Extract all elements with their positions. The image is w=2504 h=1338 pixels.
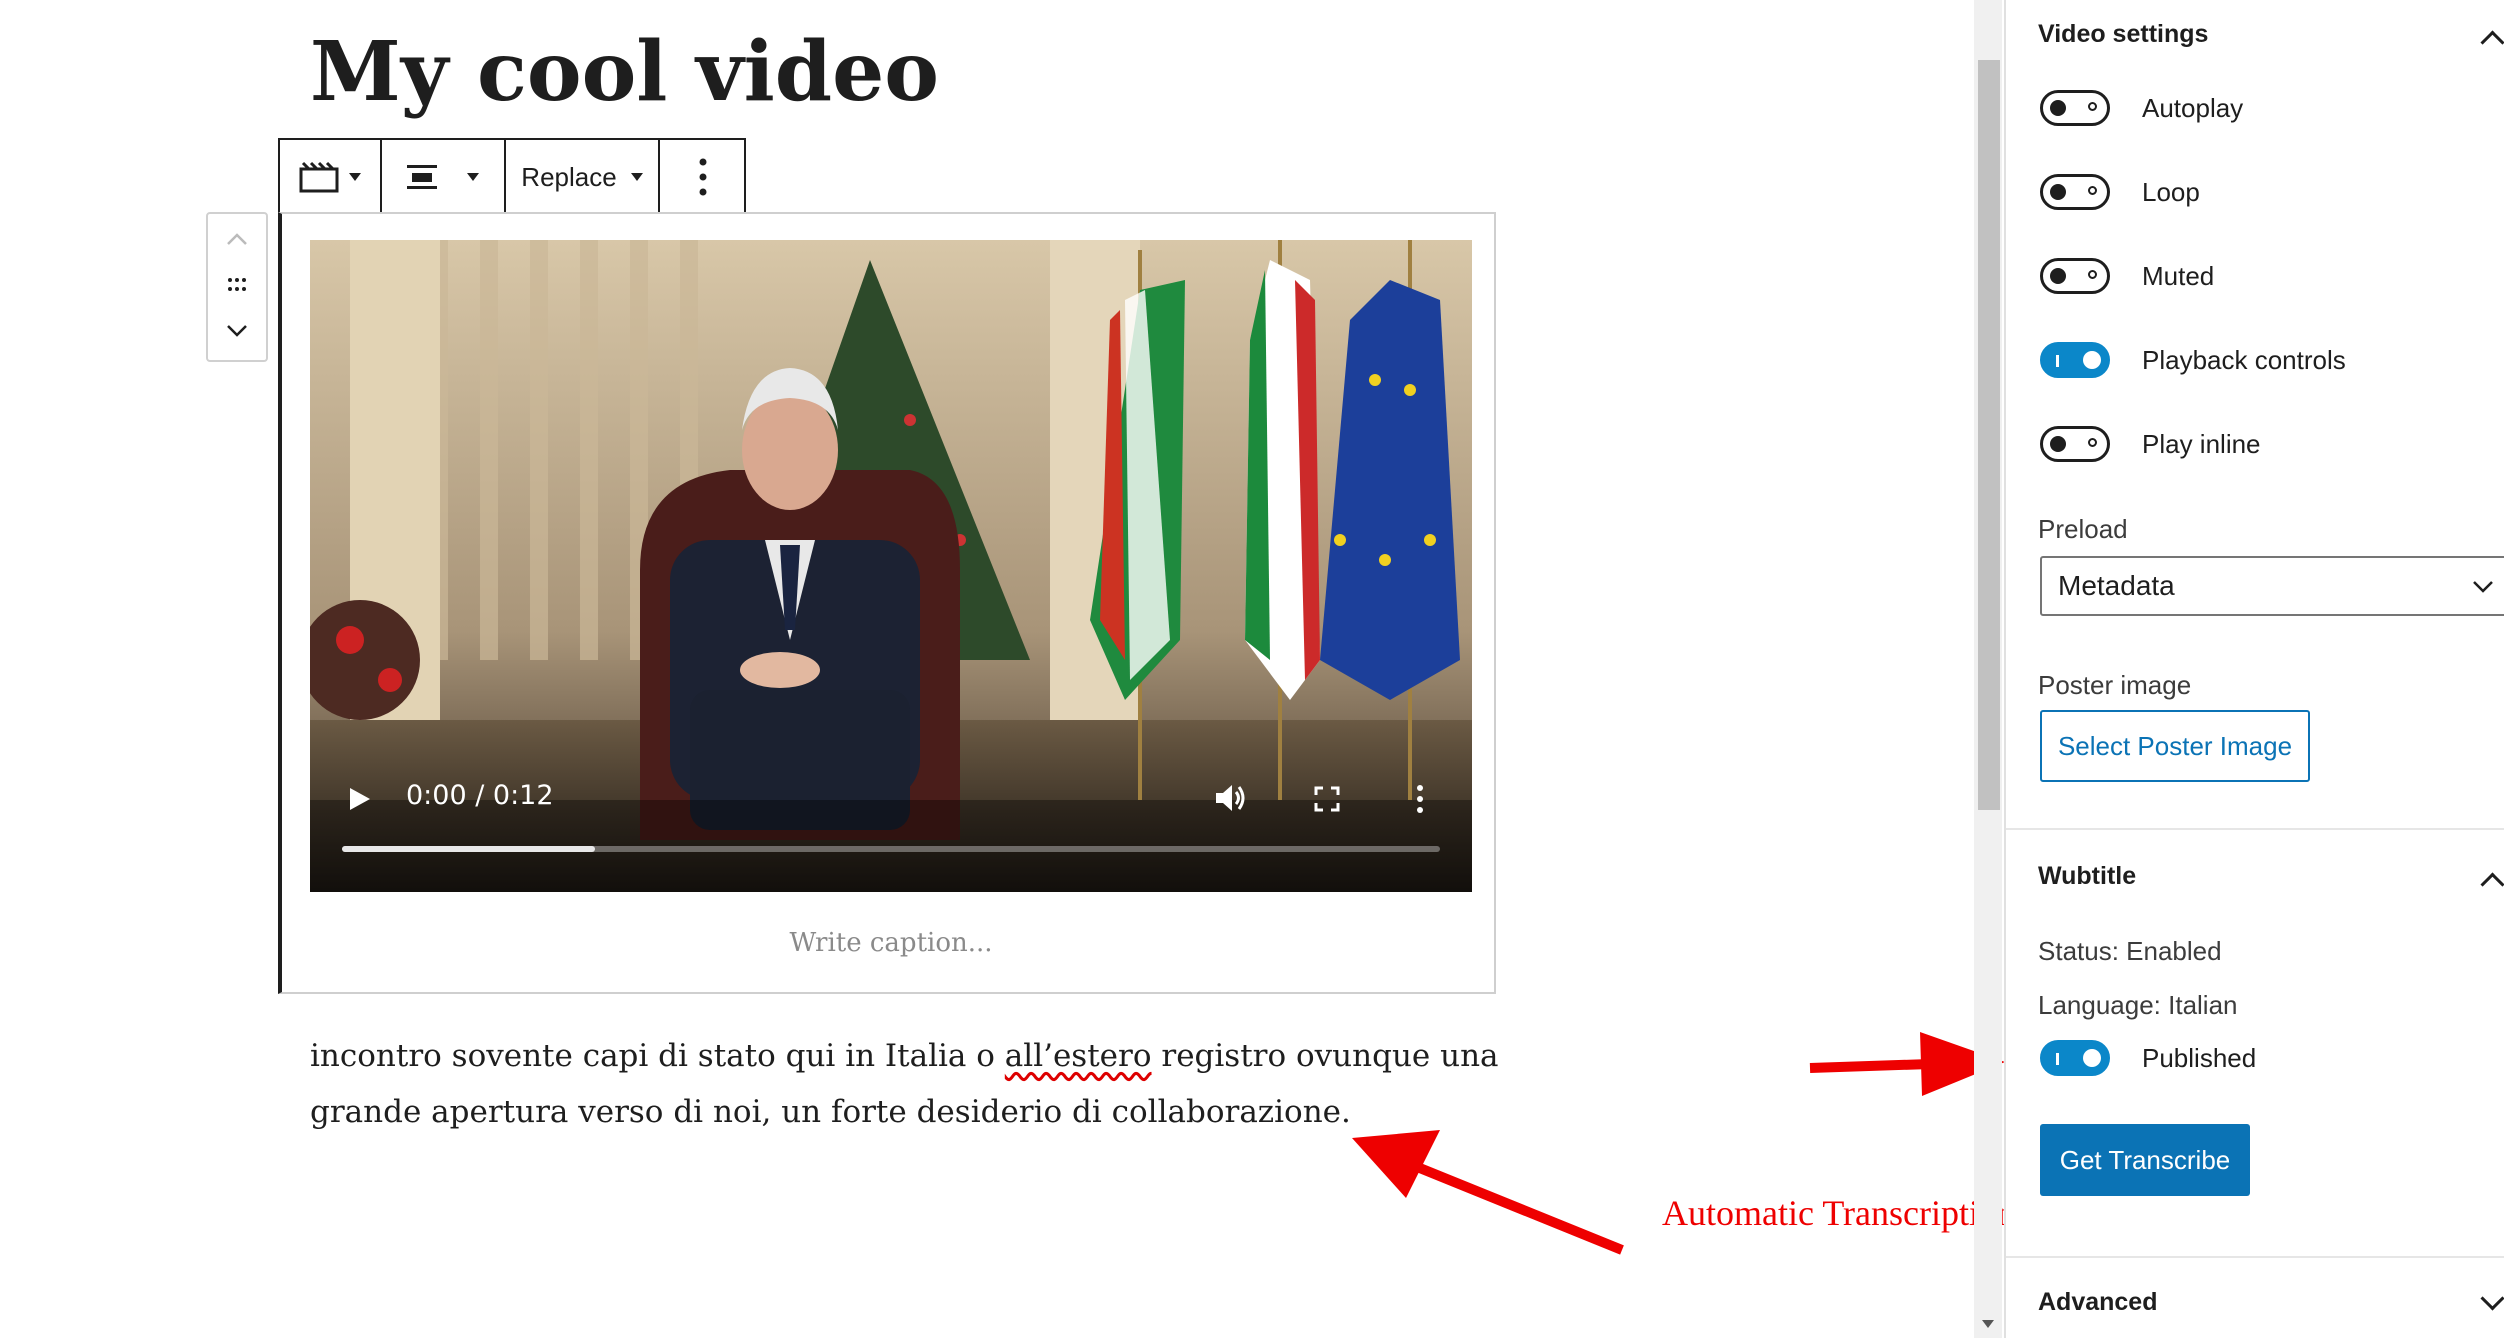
more-options-icon (699, 158, 707, 196)
more-options-button[interactable] (660, 140, 746, 214)
post-title[interactable]: My cool video (310, 22, 939, 122)
chevron-up-icon (227, 233, 247, 245)
video-progress-bar[interactable] (342, 846, 1440, 852)
toggle-switch[interactable] (2040, 426, 2110, 462)
toggle-loop[interactable] (2040, 174, 2110, 210)
preload-select-value: Metadata (2058, 570, 2175, 601)
toggle-playback-controls[interactable] (2040, 342, 2110, 378)
misspelled-word: all’estero (1004, 1038, 1152, 1074)
chevron-up-icon[interactable] (2480, 872, 2504, 897)
block-toolbar: Replace (278, 138, 746, 214)
caret-down-icon (467, 173, 479, 181)
wubtitle-status: Status: Enabled (2038, 936, 2222, 966)
chevron-down-icon (2473, 581, 2493, 593)
replace-dropdown[interactable]: Replace (506, 140, 660, 214)
get-transcribe-button[interactable]: Get Transcribe (2040, 1124, 2250, 1196)
toggle-published[interactable] (2040, 1040, 2110, 1076)
toggle-muted[interactable] (2040, 258, 2110, 294)
move-up-button[interactable] (208, 216, 266, 262)
video-settings-title[interactable]: Video settings (2038, 20, 2208, 49)
volume-icon[interactable] (1214, 782, 1248, 814)
toggle-switch[interactable] (2040, 1040, 2110, 1076)
drag-handle[interactable] (208, 262, 266, 308)
move-down-button[interactable] (208, 308, 266, 354)
video-more-icon[interactable] (1416, 784, 1424, 814)
caret-down-icon (630, 173, 643, 181)
arrow-to-transcript (1398, 1155, 1624, 1255)
advanced-title[interactable]: Advanced (2038, 1288, 2157, 1317)
transcript-paragraph[interactable]: incontro sovente capi di stato qui in It… (310, 1028, 1510, 1140)
panel-divider (2006, 828, 2504, 830)
toggle-play-inline[interactable] (2040, 426, 2110, 462)
toggle-playback-controls-label: Playback controls (2142, 345, 2346, 375)
preload-label: Preload (2038, 514, 2128, 544)
toggle-loop-label: Loop (2142, 177, 2200, 207)
chevron-down-icon[interactable] (2480, 1286, 2504, 1311)
wubtitle-title[interactable]: Wubtitle (2038, 862, 2136, 891)
toggle-play-inline-label: Play inline (2142, 429, 2261, 459)
align-dropdown[interactable] (382, 140, 506, 214)
video-progress-fill (342, 846, 595, 852)
arrow-to-published (1809, 1059, 1931, 1073)
toggle-switch[interactable] (2040, 174, 2110, 210)
drag-handle-icon (228, 278, 246, 291)
arrow-head-icon (1352, 1130, 1440, 1198)
caption-field[interactable]: Write caption... (310, 928, 1472, 958)
play-icon[interactable] (348, 786, 372, 812)
block-mover (206, 212, 268, 362)
panel-divider (2006, 1256, 2504, 1258)
toggle-autoplay-label: Autoplay (2142, 93, 2244, 123)
poster-image-label: Poster image (2038, 670, 2192, 700)
fullscreen-icon[interactable] (1314, 786, 1340, 812)
settings-sidebar: Video settings Autoplay Loop Muted Playb… (2004, 0, 2504, 1338)
wubtitle-language: Language: Italian (2038, 990, 2238, 1020)
chevron-up-icon[interactable] (2480, 30, 2504, 55)
toggle-switch[interactable] (2040, 90, 2110, 126)
video-time: 0:00 / 0:12 (406, 780, 554, 811)
select-poster-image-button[interactable]: Select Poster Image (2040, 710, 2310, 782)
scroll-down-icon[interactable] (1980, 1318, 1996, 1330)
block-type-switcher[interactable] (280, 140, 382, 214)
replace-label: Replace (521, 161, 617, 192)
video-block-icon (299, 161, 339, 193)
toggle-muted-label: Muted (2142, 261, 2215, 291)
align-center-icon (407, 165, 437, 189)
preload-select[interactable]: Metadata (2040, 556, 2504, 616)
toggle-published-label: Published (2142, 1043, 2257, 1073)
toggle-autoplay[interactable] (2040, 90, 2110, 126)
annotation-label: Automatic Transcription (1662, 1193, 2015, 1233)
transcript-text-1: incontro sovente capi di stato qui in It… (310, 1038, 1005, 1074)
toggle-switch[interactable] (2040, 258, 2110, 294)
scrollbar-thumb[interactable] (1978, 60, 2000, 810)
caret-down-icon (349, 173, 361, 181)
toggle-switch[interactable] (2040, 342, 2110, 378)
chevron-down-icon (227, 325, 247, 337)
